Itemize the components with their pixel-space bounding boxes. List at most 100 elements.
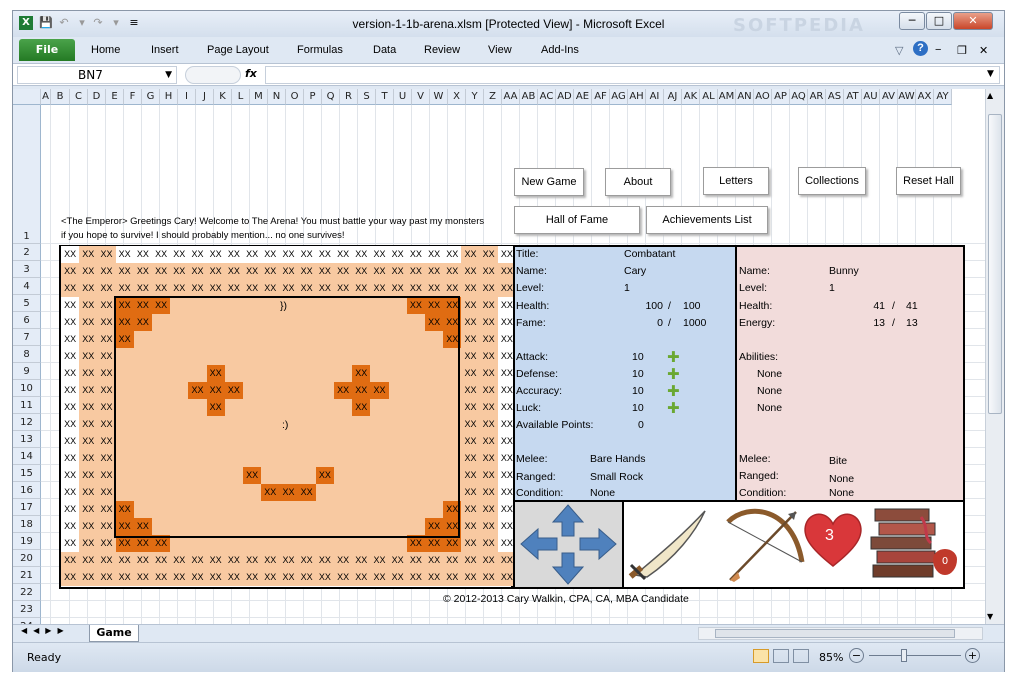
column-header[interactable]: AU	[862, 89, 880, 105]
column-header[interactable]: AL	[700, 89, 718, 105]
zoom-slider-handle[interactable]	[901, 649, 907, 662]
new-game-button[interactable]: New Game	[514, 168, 584, 196]
bow-arrow-icon[interactable]	[718, 502, 808, 586]
column-header[interactable]: D	[88, 89, 106, 105]
column-header[interactable]: AB	[520, 89, 538, 105]
achievements-list-button[interactable]: Achievements List	[646, 206, 768, 234]
column-header[interactable]: AH	[628, 89, 646, 105]
column-header[interactable]: F	[124, 89, 142, 105]
tab-add-ins[interactable]: Add-Ins	[541, 44, 579, 56]
column-header[interactable]: AI	[646, 89, 664, 105]
column-header[interactable]: I	[178, 89, 196, 105]
luck-plus-icon[interactable]: ✚	[667, 401, 680, 416]
column-header[interactable]: AX	[916, 89, 934, 105]
row-header[interactable]: 22	[13, 584, 41, 601]
row-header[interactable]: 23	[13, 601, 41, 618]
column-header[interactable]: K	[214, 89, 232, 105]
function-icon[interactable]: fx	[245, 67, 257, 80]
column-header[interactable]: C	[70, 89, 88, 105]
formula-input[interactable]	[265, 66, 1000, 84]
column-header[interactable]: AP	[772, 89, 790, 105]
name-box[interactable]: BN7 ▼	[17, 66, 177, 84]
column-header[interactable]: A	[41, 89, 51, 105]
defense-plus-icon[interactable]: ✚	[667, 367, 680, 382]
collections-button[interactable]: Collections	[798, 167, 866, 195]
column-header[interactable]: S	[358, 89, 376, 105]
page-break-view-icon[interactable]	[793, 649, 809, 663]
row-header[interactable]: 14	[13, 448, 41, 465]
tab-home[interactable]: Home	[91, 44, 120, 56]
select-all-corner[interactable]	[13, 89, 41, 105]
chevron-down-icon[interactable]: ▼	[987, 69, 994, 79]
zoom-in-icon[interactable]: +	[965, 648, 980, 663]
column-header[interactable]: AE	[574, 89, 592, 105]
column-header[interactable]: AT	[844, 89, 862, 105]
vertical-scrollbar[interactable]: ▲ ▼	[985, 89, 1004, 624]
sheet-tab-game[interactable]: Game	[89, 625, 139, 642]
tab-review[interactable]: Review	[424, 44, 460, 56]
column-header[interactable]: X	[448, 89, 466, 105]
row-header[interactable]: 13	[13, 431, 41, 448]
chevron-down-icon[interactable]: ▽	[895, 44, 903, 57]
minimize-button[interactable]: ─	[899, 12, 925, 30]
column-header[interactable]: AJ	[664, 89, 682, 105]
row-header[interactable]: 1	[13, 105, 41, 244]
column-header[interactable]: W	[430, 89, 448, 105]
row-header[interactable]: 3	[13, 261, 41, 278]
column-header[interactable]: AS	[826, 89, 844, 105]
column-header[interactable]: Q	[322, 89, 340, 105]
chevron-down-icon[interactable]: ▼	[165, 67, 172, 83]
tab-page-layout[interactable]: Page Layout	[207, 44, 269, 56]
formula-cancel-enter[interactable]	[185, 66, 241, 84]
column-header[interactable]: N	[268, 89, 286, 105]
column-header[interactable]: AY	[934, 89, 952, 105]
column-header[interactable]: T	[376, 89, 394, 105]
letters-button[interactable]: Letters	[703, 167, 769, 195]
move-arrows-icon[interactable]	[515, 502, 622, 587]
row-header[interactable]: 20	[13, 550, 41, 567]
column-header[interactable]: AM	[718, 89, 736, 105]
scroll-thumb[interactable]	[715, 629, 955, 638]
row-header[interactable]: 17	[13, 499, 41, 516]
column-header[interactable]: AF	[592, 89, 610, 105]
sword-icon[interactable]	[625, 503, 715, 585]
books-icon[interactable]	[865, 503, 945, 585]
column-header[interactable]: AD	[556, 89, 574, 105]
sheet-nav-icon[interactable]: ◀◀▶▶	[21, 626, 70, 635]
tab-file[interactable]: File	[19, 39, 75, 61]
column-header[interactable]: AK	[682, 89, 700, 105]
column-header[interactable]: E	[106, 89, 124, 105]
column-header[interactable]: AV	[880, 89, 898, 105]
column-header[interactable]: P	[304, 89, 322, 105]
column-header[interactable]: AA	[502, 89, 520, 105]
zoom-level[interactable]: 85%	[819, 651, 843, 664]
tab-insert[interactable]: Insert	[151, 44, 179, 56]
row-header[interactable]: 5	[13, 295, 41, 312]
row-header[interactable]: 7	[13, 329, 41, 346]
horizontal-scrollbar[interactable]	[698, 627, 983, 640]
hall-of-fame-button[interactable]: Hall of Fame	[514, 206, 640, 234]
column-header[interactable]: R	[340, 89, 358, 105]
scroll-thumb[interactable]	[988, 114, 1002, 414]
row-header[interactable]: 4	[13, 278, 41, 295]
column-header[interactable]: AW	[898, 89, 916, 105]
maximize-button[interactable]: □	[926, 12, 952, 30]
column-header[interactable]: AG	[610, 89, 628, 105]
zoom-out-icon[interactable]: −	[849, 648, 864, 663]
row-header[interactable]: 18	[13, 516, 41, 533]
tab-formulas[interactable]: Formulas	[297, 44, 343, 56]
tab-view[interactable]: View	[488, 44, 512, 56]
minimize-icon[interactable]: −	[935, 44, 941, 56]
row-header[interactable]: 8	[13, 346, 41, 363]
column-header[interactable]: Z	[484, 89, 502, 105]
row-header[interactable]: 21	[13, 567, 41, 584]
row-header[interactable]: 11	[13, 397, 41, 414]
row-header[interactable]: 16	[13, 482, 41, 499]
normal-view-icon[interactable]	[753, 649, 769, 663]
column-header[interactable]: V	[412, 89, 430, 105]
about-button[interactable]: About	[605, 168, 671, 196]
page-layout-view-icon[interactable]	[773, 649, 789, 663]
worksheet[interactable]: A B C D E F G H I J K L M N O P Q R S T U V W X Y Z AA AB AC AD AE AF AG…	[13, 89, 985, 624]
column-header[interactable]: J	[196, 89, 214, 105]
scroll-up-icon[interactable]: ▲	[987, 91, 993, 100]
